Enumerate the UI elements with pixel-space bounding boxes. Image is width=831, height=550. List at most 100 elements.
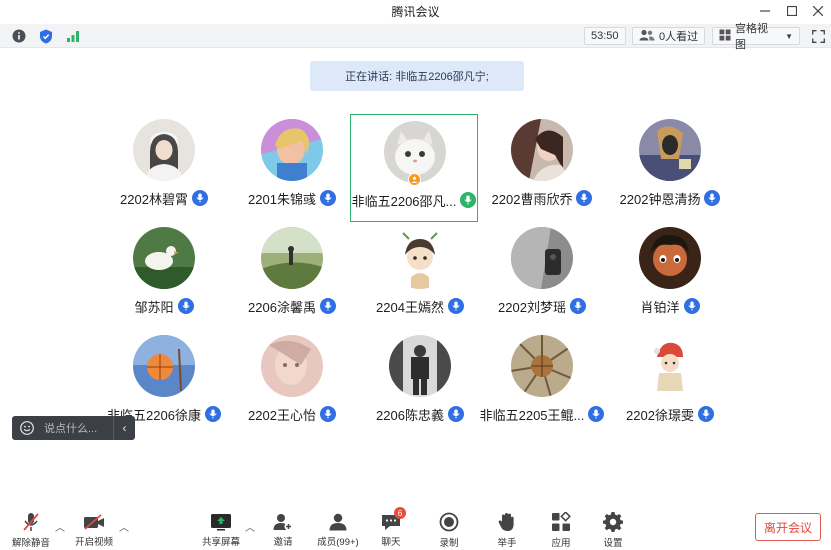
shield-icon[interactable] — [38, 27, 54, 45]
avatar — [261, 335, 323, 397]
participant-tile[interactable]: 2202王心怡 — [228, 329, 356, 437]
settings-button[interactable]: 设置 — [587, 512, 639, 549]
viewers-button[interactable]: 0人看过 — [632, 27, 706, 45]
name-row: 2206陈忠義 — [356, 405, 484, 423]
name-row: 2202林碧霄 — [100, 189, 228, 207]
members-button[interactable]: 成员(99+) — [312, 512, 364, 548]
participant-tile[interactable]: 2204王嫣然 — [356, 221, 484, 329]
grid-view-icon — [719, 29, 731, 44]
participant-tile[interactable]: 2202刘梦瑶 — [478, 221, 606, 329]
name-row: 肖铂洋 — [606, 297, 734, 315]
participant-tile[interactable]: 2202曹雨欣乔 — [478, 113, 606, 221]
close-icon[interactable] — [809, 2, 827, 20]
participant-name: 非临五2205王鲲... — [479, 407, 585, 423]
share-screen-button[interactable]: 共享屏幕 — [195, 512, 247, 548]
add-person-icon — [272, 512, 294, 531]
microphone-icon — [447, 298, 464, 314]
microphone-icon — [447, 406, 464, 422]
chat-unread-badge: 6 — [394, 507, 406, 519]
participant-tile[interactable]: 2202钟恩清扬 — [606, 113, 734, 221]
participant-name: 2202徐璟雯 — [626, 407, 694, 423]
view-mode-selector[interactable]: 宫格视图 ▼ — [712, 23, 800, 51]
chat-placeholder: 说点什么... — [44, 423, 98, 435]
participant-tile[interactable]: 2202徐璟雯 — [606, 329, 734, 437]
unmute-button[interactable]: 解除静音 — [5, 512, 57, 549]
microphone-icon — [319, 190, 336, 206]
avatar — [261, 227, 323, 289]
chevron-left-icon[interactable]: ‹ — [113, 416, 135, 440]
audio-options-chevron-icon[interactable]: ︿ — [55, 519, 65, 534]
signal-strength-icon[interactable] — [64, 27, 82, 45]
name-row: 2204王嫣然 — [356, 297, 484, 315]
microphone-icon — [177, 298, 194, 314]
meeting-timer: 53:50 — [584, 27, 626, 45]
window-title: 腾讯会议 — [391, 5, 440, 19]
microphone-muted-icon — [20, 512, 42, 532]
video-options-chevron-icon[interactable]: ︿ — [119, 519, 129, 534]
chat-icon: 6 — [380, 507, 406, 531]
members-label: 成员(99+) — [317, 537, 359, 548]
chat-button[interactable]: 6 聊天 — [365, 507, 417, 548]
participant-tile[interactable]: 2206陈忠義 — [356, 329, 484, 437]
participant-tile[interactable]: 2201朱锦彧 — [228, 113, 356, 221]
leave-meeting-button[interactable]: 离开会议 — [755, 513, 821, 541]
participant-name: 2202刘梦瑶 — [498, 299, 566, 315]
settings-label: 设置 — [603, 538, 623, 549]
record-label: 录制 — [439, 538, 459, 549]
host-badge-icon — [408, 173, 421, 186]
participant-name: 2206涂馨禹 — [248, 299, 316, 315]
record-button[interactable]: 录制 — [423, 512, 475, 549]
participant-tile[interactable]: 2206涂馨禹 — [228, 221, 356, 329]
participant-name: 肖铂洋 — [640, 299, 680, 315]
share-screen-icon — [210, 512, 232, 531]
participant-name: 2202曹雨欣乔 — [491, 191, 573, 207]
share-options-chevron-icon[interactable]: ︿ — [245, 519, 255, 534]
microphone-speaking-icon — [460, 192, 477, 208]
avatar — [639, 335, 701, 397]
participant-tile[interactable]: 2202林碧霄 — [100, 113, 228, 221]
info-icon[interactable] — [11, 27, 27, 45]
raise-hand-button[interactable]: 举手 — [481, 512, 533, 549]
apps-icon — [550, 512, 572, 532]
microphone-icon — [569, 298, 586, 314]
name-row: 2202钟恩清扬 — [606, 189, 734, 207]
unmute-label: 解除静音 — [11, 538, 50, 549]
apps-button[interactable]: 应用 — [535, 512, 587, 549]
timer-text: 53:50 — [591, 30, 619, 42]
video-off-icon — [83, 512, 105, 531]
start-video-button[interactable]: 开启视频 — [68, 512, 120, 548]
bottom-toolbar: 解除静音 ︿ 开启视频 ︿ 共享屏幕 ︿ 邀请 成员(99+) 6 聊天 录制 … — [0, 505, 831, 550]
avatar — [261, 119, 323, 181]
avatar — [511, 227, 573, 289]
participant-name: 2202王心怡 — [248, 407, 316, 423]
participant-tile-active-speaker[interactable]: 非临五2206邵凡... — [350, 114, 478, 222]
avatar — [133, 119, 195, 181]
avatar — [639, 227, 701, 289]
microphone-icon — [319, 298, 336, 314]
maximize-icon[interactable] — [783, 2, 801, 20]
quick-chat-input[interactable]: 说点什么... ‹ — [12, 416, 135, 440]
people-icon — [639, 29, 655, 44]
gear-icon — [602, 512, 624, 532]
name-row: 2202曹雨欣乔 — [478, 189, 606, 207]
participant-tile[interactable]: 邹苏阳 — [100, 221, 228, 329]
name-row: 邹苏阳 — [100, 297, 228, 315]
invite-button[interactable]: 邀请 — [257, 512, 309, 548]
participant-name: 2202林碧霄 — [120, 191, 188, 207]
avatar — [389, 227, 451, 289]
avatar — [511, 119, 573, 181]
emoji-icon[interactable] — [20, 421, 34, 435]
participant-name: 2201朱锦彧 — [248, 191, 316, 207]
apps-label: 应用 — [551, 538, 571, 549]
participant-name: 2206陈忠義 — [376, 407, 444, 423]
microphone-icon — [576, 190, 593, 206]
participant-tile[interactable]: 非临五2205王鲲... — [478, 329, 606, 437]
avatar — [639, 119, 701, 181]
fullscreen-icon[interactable] — [810, 27, 826, 45]
invite-label: 邀请 — [273, 537, 293, 548]
microphone-icon — [683, 298, 700, 314]
participant-tile[interactable]: 肖铂洋 — [606, 221, 734, 329]
minimize-icon[interactable] — [756, 2, 774, 20]
avatar — [133, 227, 195, 289]
microphone-icon — [588, 406, 605, 422]
